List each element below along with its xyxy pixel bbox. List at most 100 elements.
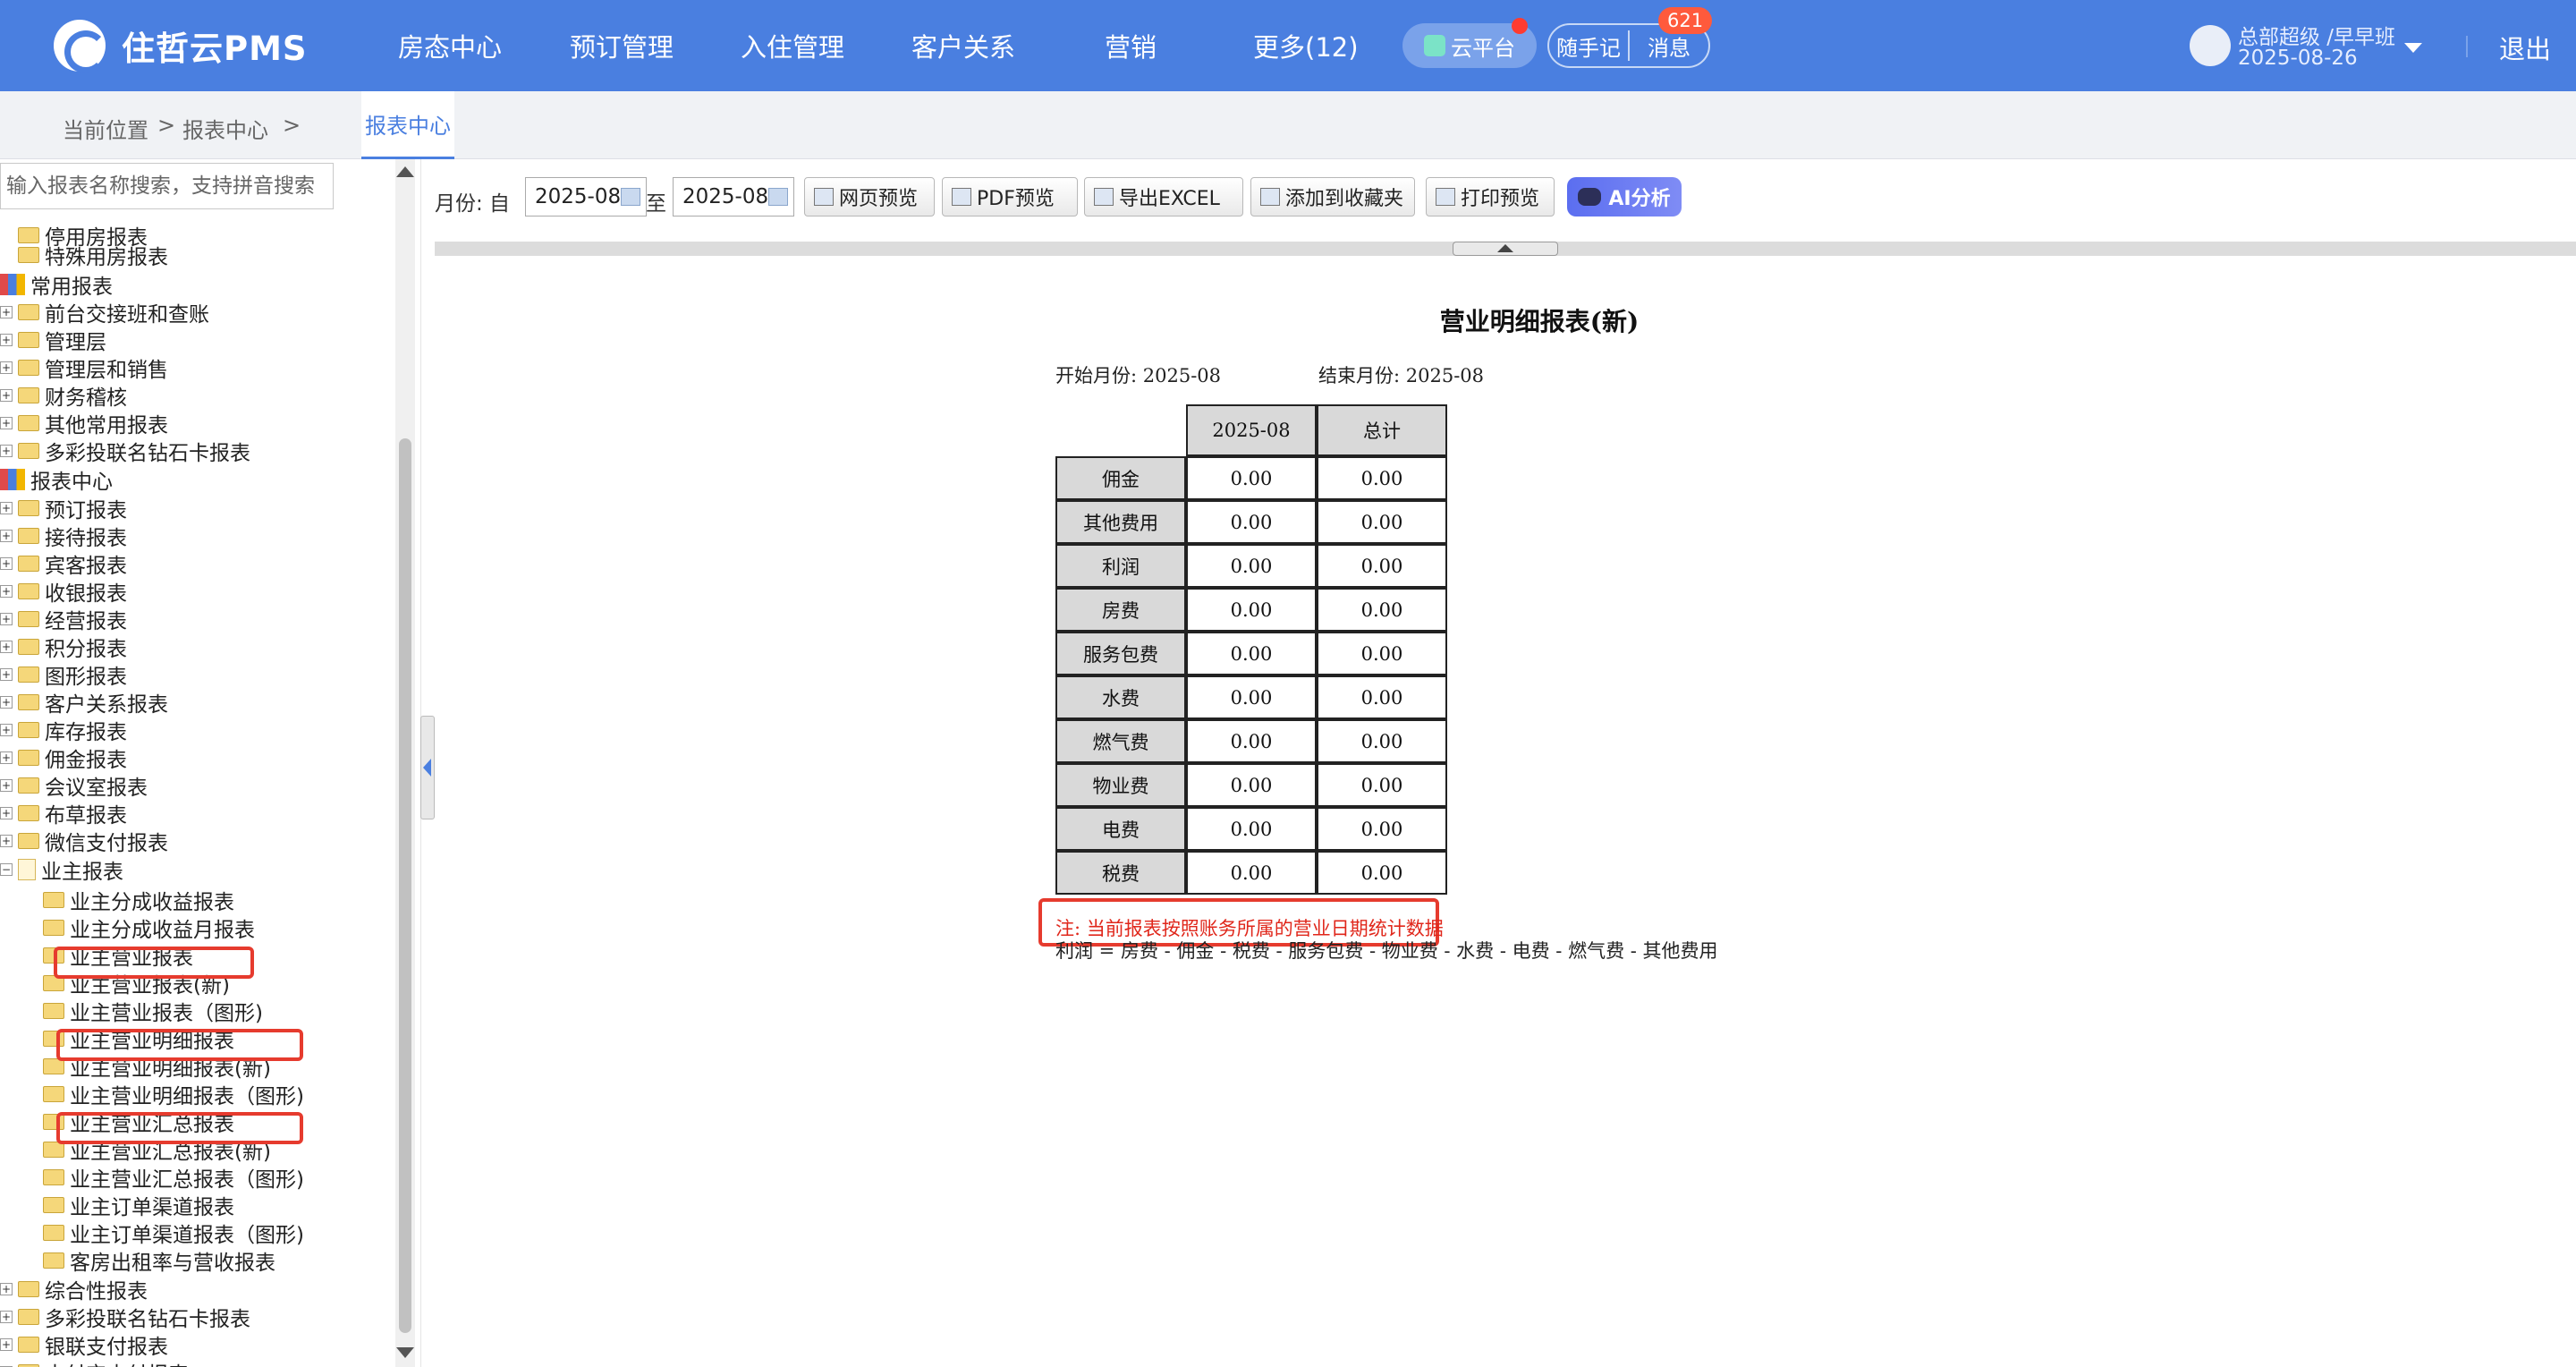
print-preview-button[interactable]: 打印预览: [1426, 177, 1555, 217]
expand-icon[interactable]: +: [0, 417, 13, 429]
tree-item[interactable]: 业主营业报表（图形): [43, 998, 263, 1025]
tree-item[interactable]: + 管理层和销售: [0, 354, 168, 382]
tree-item[interactable]: + 多彩投联名钻石卡报表: [0, 437, 250, 465]
messages-button[interactable]: 消息: [1630, 30, 1708, 62]
cloud-platform-button[interactable]: 云平台: [1402, 18, 1537, 68]
tree-item[interactable]: 业主订单渠道报表: [43, 1192, 234, 1219]
nav-customer[interactable]: 客户关系: [911, 27, 1015, 64]
expand-icon[interactable]: +: [0, 1311, 13, 1323]
tree-item[interactable]: 报表中心: [0, 466, 113, 494]
from-month-input[interactable]: 2025-08: [525, 177, 647, 217]
avatar[interactable]: [2190, 25, 2231, 66]
tree-item[interactable]: + 财务稽核: [0, 382, 127, 410]
to-month-input[interactable]: 2025-08: [673, 177, 794, 217]
tree-item[interactable]: 业主分成收益报表: [43, 887, 234, 914]
breadcrumb-report-center[interactable]: 报表中心: [182, 113, 268, 144]
expand-icon[interactable]: +: [0, 585, 13, 598]
tree-item[interactable]: + 库存报表: [0, 717, 127, 744]
expand-icon[interactable]: +: [0, 751, 13, 764]
table-row: 燃气费 0.00 0.00: [1055, 719, 1447, 763]
tree-item[interactable]: 客房出租率与营收报表: [43, 1247, 275, 1275]
nav-room-status[interactable]: 房态中心: [398, 27, 502, 64]
notes-button[interactable]: 随手记: [1549, 30, 1628, 62]
tree-item[interactable]: + 佣金报表: [0, 744, 127, 772]
tree-item[interactable]: − 业主报表: [0, 856, 123, 884]
expand-icon[interactable]: +: [0, 807, 13, 819]
tree-item[interactable]: + 其他常用报表: [0, 410, 168, 437]
table-row: 房费 0.00 0.00: [1055, 588, 1447, 632]
expand-icon[interactable]: +: [0, 779, 13, 792]
app-logo[interactable]: 住哲云PMS: [54, 20, 308, 73]
nav-checkin[interactable]: 入住管理: [741, 27, 844, 64]
expand-icon[interactable]: +: [0, 334, 13, 346]
expand-icon[interactable]: +: [0, 613, 13, 625]
tree-item[interactable]: + 微信支付报表: [0, 828, 168, 855]
sidebar-scrollbar-thumb[interactable]: [399, 438, 411, 1333]
tree-item[interactable]: + 银联支付报表: [0, 1331, 168, 1359]
nav-more[interactable]: 更多(12): [1253, 27, 1359, 64]
report-group-icon: [0, 469, 25, 490]
tree-item[interactable]: 特殊用房报表: [18, 242, 168, 269]
expand-icon[interactable]: +: [0, 557, 13, 570]
calendar-icon[interactable]: [768, 188, 788, 206]
table-cell: 0.00: [1186, 851, 1317, 895]
tree-item-label: 宾客报表: [45, 555, 127, 578]
pdf-preview-button[interactable]: PDF预览: [942, 177, 1078, 217]
tree-item[interactable]: + 接待报表: [0, 522, 127, 550]
tree-item[interactable]: 业主分成收益月报表: [43, 914, 255, 942]
expand-icon[interactable]: +: [0, 445, 13, 457]
expand-icon[interactable]: +: [0, 835, 13, 847]
tree-item[interactable]: 业主订单渠道报表（图形): [43, 1219, 304, 1247]
logout-button[interactable]: 退出: [2499, 29, 2551, 66]
collapse-left-icon[interactable]: [423, 759, 431, 777]
tab-report-center[interactable]: 报表中心: [361, 91, 454, 159]
user-name[interactable]: 总部超级 /早早班: [2238, 20, 2395, 50]
robot-icon: [1578, 188, 1602, 206]
tree-item[interactable]: + 综合性报表: [0, 1276, 148, 1303]
chevron-down-icon[interactable]: [2404, 43, 2422, 53]
expand-icon[interactable]: +: [0, 306, 13, 318]
expand-icon[interactable]: +: [0, 668, 13, 681]
report-search-input[interactable]: [0, 163, 334, 209]
ai-analysis-button[interactable]: AI分析: [1567, 177, 1682, 217]
tree-item[interactable]: + 会议室报表: [0, 772, 148, 800]
scroll-up-arrow-icon[interactable]: [396, 166, 414, 177]
tree-item[interactable]: +支付宝支付报表: [0, 1359, 189, 1367]
tree-item-label: 库存报表: [45, 721, 127, 744]
expand-icon[interactable]: +: [0, 361, 13, 374]
tree-item[interactable]: + 布草报表: [0, 800, 127, 828]
tree-item[interactable]: + 前台交接班和查账: [0, 299, 209, 327]
row-label: 服务包费: [1055, 632, 1186, 675]
tree-item[interactable]: 业主营业汇总报表（图形): [43, 1164, 304, 1192]
web-preview-button[interactable]: 网页预览: [804, 177, 935, 217]
tree-item[interactable]: 业主营业明细报表（图形): [43, 1081, 304, 1108]
tree-item[interactable]: + 管理层: [0, 327, 106, 354]
tree-item[interactable]: + 多彩投联名钻石卡报表: [0, 1303, 250, 1331]
table-cell: 0.00: [1186, 456, 1317, 500]
export-excel-button[interactable]: 导出EXCEL: [1084, 177, 1243, 217]
tree-item[interactable]: + 积分报表: [0, 633, 127, 661]
tree-item[interactable]: + 预订报表: [0, 495, 127, 522]
expand-icon[interactable]: +: [0, 502, 13, 514]
tree-item[interactable]: 常用报表: [0, 271, 113, 299]
nav-marketing[interactable]: 营销: [1105, 27, 1157, 64]
expand-icon[interactable]: +: [0, 389, 13, 402]
tree-item[interactable]: + 宾客报表: [0, 550, 127, 578]
add-favorite-button[interactable]: 添加到收藏夹: [1250, 177, 1415, 217]
expand-icon[interactable]: +: [0, 724, 13, 736]
collapse-up-icon[interactable]: [1497, 244, 1513, 252]
tree-item[interactable]: + 经营报表: [0, 606, 127, 633]
expand-icon[interactable]: +: [0, 641, 13, 653]
expand-icon[interactable]: +: [0, 530, 13, 542]
expand-icon[interactable]: +: [0, 696, 13, 709]
expand-icon[interactable]: +: [0, 1283, 13, 1295]
tree-item-label: 图形报表: [45, 666, 127, 689]
tree-item[interactable]: + 图形报表: [0, 661, 127, 689]
expand-icon[interactable]: +: [0, 1338, 13, 1351]
calendar-icon[interactable]: [621, 188, 640, 206]
collapse-icon[interactable]: −: [0, 863, 13, 876]
tree-item[interactable]: + 客户关系报表: [0, 689, 168, 717]
tree-item[interactable]: + 收银报表: [0, 578, 127, 606]
nav-reservation[interactable]: 预订管理: [570, 27, 674, 64]
scroll-down-arrow-icon[interactable]: [396, 1347, 414, 1358]
